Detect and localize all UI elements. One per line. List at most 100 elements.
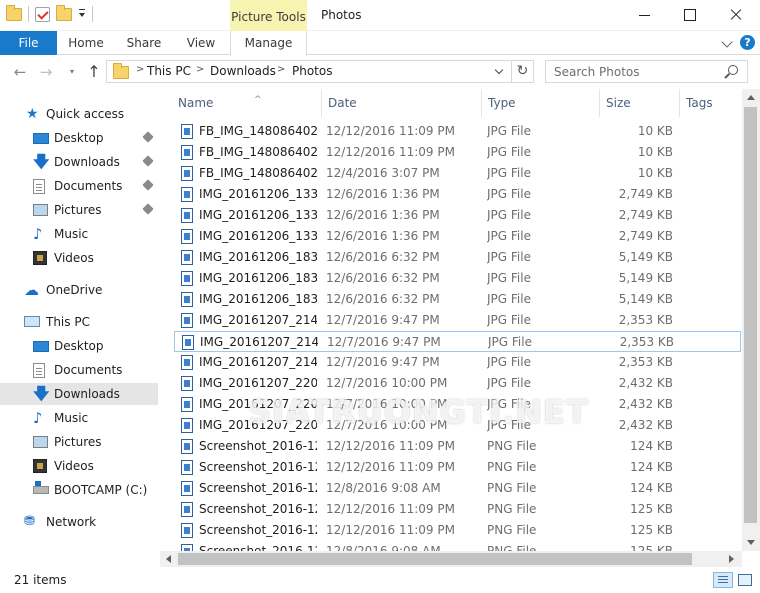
pin-icon[interactable]: [142, 131, 154, 143]
tab-home[interactable]: Home: [57, 31, 115, 55]
breadcrumb-downloads[interactable]: Downloads: [210, 64, 276, 78]
documents-icon: [33, 363, 45, 378]
sidebar-item-desktop[interactable]: Desktop: [0, 127, 158, 149]
pictures-icon: [33, 436, 48, 448]
tab-view[interactable]: View: [173, 31, 229, 55]
file-row[interactable]: IMG_20161206_1832... 12/6/2016 6:32 PM JPG…: [174, 268, 741, 289]
minimize-button[interactable]: [622, 0, 668, 31]
search-icon[interactable]: [728, 65, 738, 75]
new-folder-icon[interactable]: [56, 4, 72, 21]
pictures-icon: [33, 204, 48, 216]
file-row[interactable]: IMG_20161206_1832... 12/6/2016 6:32 PM JPG…: [174, 289, 741, 310]
sidebar-item-desktop[interactable]: Desktop: [0, 335, 158, 357]
horizontal-scrollbar[interactable]: [160, 551, 742, 567]
file-row[interactable]: Screenshot_2016-12... 12/12/2016 11:09 PM…: [174, 520, 741, 541]
file-row[interactable]: IMG_20161207_2200... 12/7/2016 10:00 PM JP…: [174, 373, 741, 394]
sidebar-item-videos[interactable]: Videos: [0, 455, 158, 477]
file-row[interactable]: IMG_20161207_2147... 12/7/2016 9:47 PM JPG…: [174, 352, 741, 373]
help-icon[interactable]: ?: [740, 35, 755, 50]
sidebar-item-this-pc[interactable]: This PC: [0, 311, 158, 333]
address-dropdown-icon[interactable]: [494, 65, 504, 75]
sidebar-item-documents[interactable]: Documents: [0, 175, 158, 197]
details-view-button[interactable]: [713, 572, 733, 588]
file-date: 12/7/2016 9:47 PM: [326, 313, 440, 327]
item-count: 21 items: [14, 573, 67, 587]
scroll-up-arrow-icon[interactable]: [747, 95, 755, 100]
sidebar-item-downloads[interactable]: 🡇 Downloads: [0, 151, 158, 173]
refresh-button[interactable]: ↻: [512, 60, 534, 83]
file-row[interactable]: IMG_20161207_2147... 12/7/2016 9:47 PM JPG…: [174, 331, 741, 352]
vertical-scrollbar[interactable]: [742, 89, 760, 551]
breadcrumb-photos[interactable]: Photos: [292, 64, 332, 78]
large-icons-view-button[interactable]: [737, 572, 753, 588]
image-file-icon: [181, 418, 193, 433]
file-row[interactable]: IMG_20161207_2147... 12/7/2016 9:47 PM JPG…: [174, 310, 741, 331]
sidebar-item-quick-access[interactable]: ★ Quick access: [0, 103, 158, 125]
pin-icon[interactable]: [142, 203, 154, 215]
breadcrumb-separator[interactable]: >: [136, 64, 144, 75]
search-input[interactable]: [546, 61, 726, 82]
sidebar-item-label: BOOTCAMP (C:): [54, 483, 148, 497]
column-tags[interactable]: Tags: [680, 89, 742, 117]
file-date: 12/4/2016 3:07 PM: [326, 166, 440, 180]
horizontal-scroll-thumb[interactable]: [178, 553, 692, 565]
file-name: IMG_20161206_1336...: [199, 187, 317, 201]
breadcrumb-separator[interactable]: >: [196, 64, 204, 75]
file-name: IMG_20161206_1336...: [199, 208, 317, 222]
file-name: IMG_20161206_1832...: [199, 292, 317, 306]
file-row[interactable]: IMG_20161206_1336... 12/6/2016 1:36 PM JPG…: [174, 205, 741, 226]
tab-share[interactable]: Share: [115, 31, 173, 55]
file-row[interactable]: FB_IMG_1480864022... 12/4/2016 3:07 PM JPG…: [174, 163, 741, 184]
file-row[interactable]: FB_IMG_1480864022... 12/12/2016 11:09 PM J…: [174, 121, 741, 142]
pin-icon[interactable]: [142, 155, 154, 167]
sidebar-item-music[interactable]: ♪ Music: [0, 407, 158, 429]
maximize-button[interactable]: [667, 0, 713, 31]
sidebar-item-pictures[interactable]: Pictures: [0, 199, 158, 221]
customize-toolbar-icon[interactable]: [78, 9, 86, 19]
column-date[interactable]: Date: [322, 89, 482, 117]
forward-button[interactable]: →: [36, 63, 56, 81]
vertical-scroll-thumb[interactable]: [744, 107, 757, 523]
column-size[interactable]: Size: [600, 89, 680, 117]
file-row[interactable]: Screenshot_2016-12... 12/8/2016 9:08 AM PN…: [174, 478, 741, 499]
tab-manage[interactable]: Manage: [230, 31, 307, 56]
image-file-icon: [181, 145, 193, 160]
file-row[interactable]: IMG_20161206_1832... 12/6/2016 6:32 PM JPG…: [174, 247, 741, 268]
scroll-down-arrow-icon[interactable]: [747, 540, 755, 545]
close-button[interactable]: [713, 0, 759, 31]
address-bar[interactable]: > This PC > Downloads > Photos: [106, 60, 512, 83]
up-button[interactable]: ↑: [84, 63, 104, 81]
properties-icon[interactable]: [35, 6, 50, 22]
scroll-left-arrow-icon[interactable]: [166, 555, 171, 563]
image-file-icon: [181, 208, 193, 223]
sidebar-item-bootcamp-c[interactable]: BOOTCAMP (C:): [0, 479, 158, 501]
sidebar-item-network[interactable]: ⛃ Network: [0, 511, 158, 533]
file-row[interactable]: FB_IMG_1480864022... 12/12/2016 11:09 PM J…: [174, 142, 741, 163]
folder-icon[interactable]: [6, 4, 22, 21]
expand-ribbon-chevron-icon[interactable]: [721, 36, 733, 48]
file-row[interactable]: Screenshot_2016-12... 12/12/2016 11:09 PM…: [174, 457, 741, 478]
sidebar-item-downloads[interactable]: 🡇 Downloads: [0, 383, 158, 405]
breadcrumb-this-pc[interactable]: This PC: [147, 64, 191, 78]
column-name[interactable]: Name ^: [172, 89, 322, 117]
tab-file[interactable]: File: [0, 31, 57, 55]
breadcrumb-separator[interactable]: >: [277, 64, 285, 75]
sidebar-item-onedrive[interactable]: ☁ OneDrive: [0, 279, 158, 301]
sidebar-item-documents[interactable]: Documents: [0, 359, 158, 381]
file-row[interactable]: Screenshot_2016-12... 12/12/2016 11:09 PM…: [174, 499, 741, 520]
file-row[interactable]: IMG_20161206_1336... 12/6/2016 1:36 PM JPG…: [174, 184, 741, 205]
sidebar-item-videos[interactable]: Videos: [0, 247, 158, 269]
recent-locations-button[interactable]: ▾: [62, 63, 82, 81]
pin-icon[interactable]: [142, 179, 154, 191]
sidebar-item-music[interactable]: ♪ Music: [0, 223, 158, 245]
search-box[interactable]: [545, 60, 748, 83]
sidebar-item-pictures[interactable]: Pictures: [0, 431, 158, 453]
file-size: 2,749 KB: [618, 229, 673, 243]
sidebar-item-label: Videos: [54, 459, 94, 473]
file-row[interactable]: IMG_20161206_1336... 12/6/2016 1:36 PM JPG…: [174, 226, 741, 247]
column-type[interactable]: Type: [482, 89, 600, 117]
desktop-icon: [33, 341, 49, 352]
scroll-right-arrow-icon[interactable]: [729, 555, 734, 563]
file-row[interactable]: Screenshot_2016-12... 12/12/2016 11:09 PM…: [174, 436, 741, 457]
back-button[interactable]: ←: [10, 63, 30, 81]
